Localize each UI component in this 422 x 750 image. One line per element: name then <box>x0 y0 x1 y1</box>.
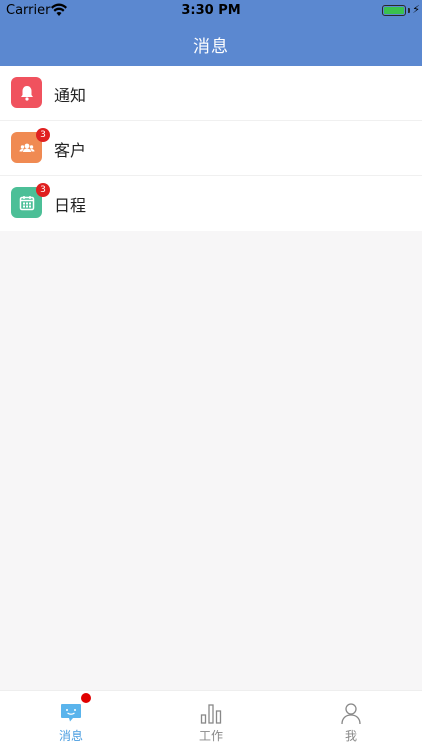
unread-badge: 3 <box>36 128 50 142</box>
status-bar: Carrier 3:30 PM ⚡ <box>0 0 422 22</box>
battery-tip <box>408 8 410 13</box>
battery-icon <box>382 5 406 16</box>
list-item-label: 日程 <box>54 196 87 215</box>
tab-work[interactable]: 工作 <box>141 691 281 750</box>
chat-bubble-icon <box>61 704 81 722</box>
header: Carrier 3:30 PM ⚡ 消息 <box>0 0 422 66</box>
list-item-customers[interactable]: 3 客户 <box>0 121 422 176</box>
list-item-schedule[interactable]: 3 日程 <box>0 176 422 231</box>
tab-label: 工作 <box>198 729 223 743</box>
tab-label: 我 <box>344 729 357 743</box>
tab-bar: 消息 工作 我 <box>0 690 422 750</box>
bar-chart-icon <box>200 704 222 724</box>
message-list: 通知 3 客户 3 日程 <box>0 66 422 231</box>
tab-me[interactable]: 我 <box>281 691 421 750</box>
list-item-label: 客户 <box>54 141 87 160</box>
bell-icon <box>11 77 42 108</box>
unread-badge: 3 <box>36 183 50 197</box>
tab-messages[interactable]: 消息 <box>1 691 141 750</box>
status-time: 3:30 PM <box>181 3 241 18</box>
person-icon <box>341 703 361 725</box>
tab-label: 消息 <box>58 729 83 743</box>
charging-icon: ⚡ <box>412 3 420 16</box>
notification-dot <box>81 693 91 703</box>
list-item-notice[interactable]: 通知 <box>0 66 422 121</box>
page-title: 消息 <box>193 37 229 57</box>
list-item-label: 通知 <box>54 86 87 105</box>
